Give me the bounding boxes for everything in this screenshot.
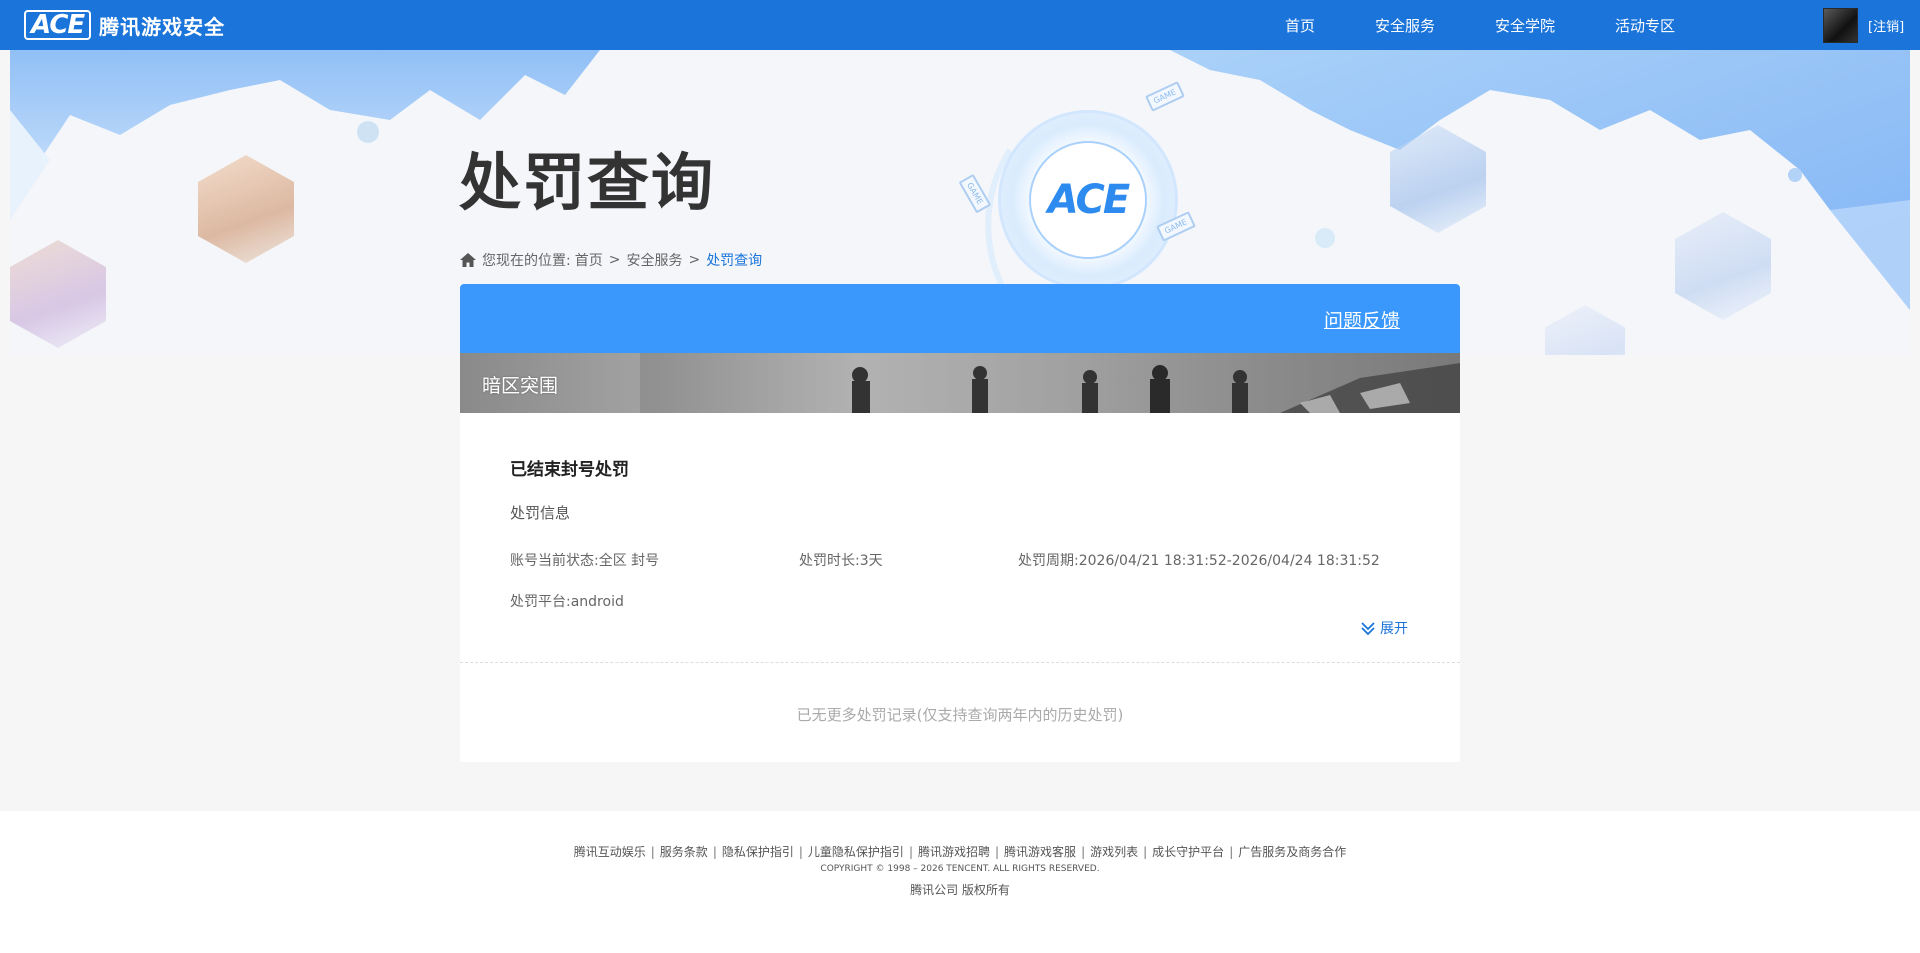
nav-security-academy[interactable]: 安全学院 [1495, 15, 1555, 36]
logout-link[interactable]: [注销] [1868, 16, 1904, 35]
footer: 腾讯互动娱乐 | 服务条款 | 隐私保护指引 | 儿童隐私保护指引 | 腾讯游戏招聘 | 腾讯游戏客… [0, 811, 1920, 953]
company-rights: 腾讯公司 版权所有 [910, 883, 1010, 897]
punishment-duration: 处罚时长:3天 [799, 553, 883, 569]
footer-link[interactable]: 服务条款 [660, 845, 708, 859]
main-nav: 首页 安全服务 安全学院 活动专区 [1285, 0, 1675, 50]
footer-link[interactable]: 腾讯游戏客服 [1004, 845, 1076, 859]
nav-security-services[interactable]: 安全服务 [1375, 15, 1435, 36]
footer-link[interactable]: 游戏列表 [1090, 845, 1138, 859]
expand-label: 展开 [1380, 621, 1408, 637]
breadcrumb-item-security-services[interactable]: 安全服务 [626, 250, 682, 270]
footer-link[interactable]: 广告服务及商务合作 [1238, 845, 1346, 859]
double-chevron-down-icon [1361, 622, 1375, 636]
game-banner: 暗区突围 [460, 353, 1460, 413]
game-banner-art [640, 353, 1460, 413]
punishment-card: 问题反馈 暗区突围 已结束封号处罚 处罚信息 账号当前状态:全区 封号 处罚时长… [460, 284, 1460, 762]
record-title: 已结束封号处罚 [510, 460, 629, 480]
breadcrumb-separator: > [608, 252, 621, 268]
punishment-period: 处罚周期:2026/04/21 18:31:52-2026/04/24 18:3… [1018, 553, 1380, 569]
ace-emblem-label: ACE [1047, 177, 1130, 223]
account-status: 账号当前状态:全区 封号 [510, 553, 660, 569]
footer-link[interactable]: 儿童隐私保护指引 [808, 845, 904, 859]
home-icon [460, 253, 476, 267]
card-header: 问题反馈 [460, 284, 1460, 353]
breadcrumb-prefix: 您现在的位置: [482, 253, 571, 269]
logo-text: 腾讯游戏安全 [99, 14, 226, 39]
feedback-link[interactable]: 问题反馈 [1324, 306, 1400, 333]
top-navbar: ACE 腾讯游戏安全 首页 安全服务 安全学院 活动专区 [注销] [0, 0, 1920, 50]
avatar[interactable] [1823, 8, 1858, 43]
user-area: [注销] [1823, 8, 1904, 43]
punishment-platform: 处罚平台:android [510, 594, 624, 610]
breadcrumb-item-home[interactable]: 首页 [575, 250, 603, 270]
footer-link[interactable]: 腾讯游戏招聘 [918, 845, 990, 859]
page-title: 处罚查询 [459, 146, 716, 219]
ace-emblem: ACE [998, 110, 1178, 290]
footer-link[interactable]: 隐私保护指引 [722, 845, 794, 859]
breadcrumb-separator: > [688, 252, 701, 268]
footer-link[interactable]: 成长守护平台 [1152, 845, 1224, 859]
divider [460, 662, 1460, 663]
breadcrumb: 您现在的位置: 首页 > 安全服务 > 处罚查询 [460, 250, 762, 270]
no-more-records: 已无更多处罚记录(仅支持查询两年内的历史处罚) [796, 706, 1124, 724]
expand-button[interactable]: 展开 [1360, 618, 1408, 638]
nav-events[interactable]: 活动专区 [1615, 15, 1675, 36]
copyright: COPYRIGHT © 1998 – 2026 TENCENT. ALL RIG… [820, 864, 1100, 874]
site-logo[interactable]: ACE 腾讯游戏安全 [24, 9, 225, 41]
record-section-label: 处罚信息 [510, 504, 571, 522]
footer-links: 腾讯互动娱乐 | 服务条款 | 隐私保护指引 | 儿童隐私保护指引 | 腾讯游戏招聘 | 腾讯游戏客… [573, 845, 1347, 859]
breadcrumb-current: 处罚查询 [706, 253, 763, 269]
game-name: 暗区突围 [482, 375, 559, 397]
footer-link[interactable]: 腾讯互动娱乐 [574, 845, 646, 859]
nav-home[interactable]: 首页 [1285, 15, 1315, 36]
ace-logo-mark: ACE [24, 10, 92, 40]
